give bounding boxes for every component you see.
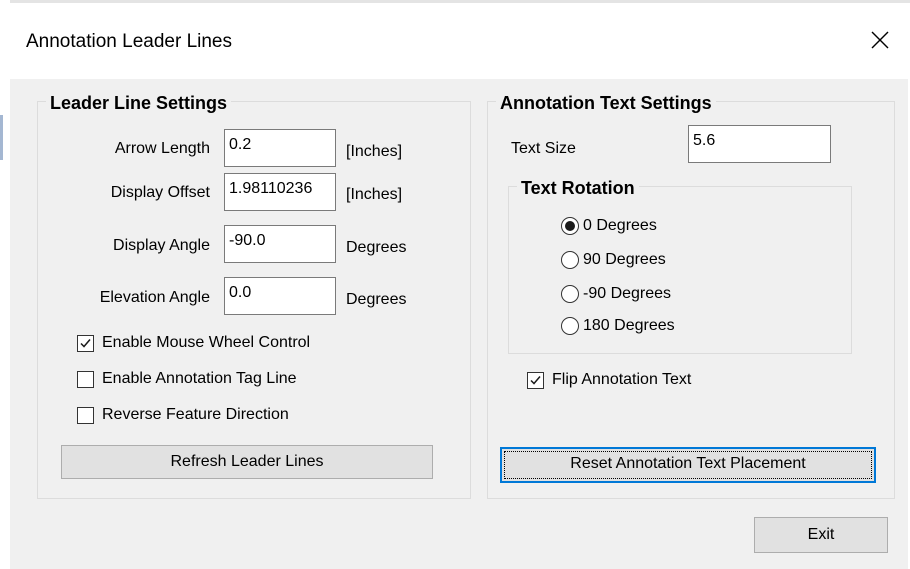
- title-bar: Annotation Leader Lines: [0, 3, 910, 79]
- flip-annotation-checkbox[interactable]: [527, 372, 544, 389]
- radio-selected-dot: [565, 221, 575, 231]
- rotation-180-label[interactable]: 180 Degrees: [583, 316, 675, 336]
- annotation-tag-line-checkbox[interactable]: [77, 371, 94, 388]
- display-offset-label: Display Offset: [110, 184, 210, 201]
- elevation-angle-label: Elevation Angle: [99, 289, 210, 306]
- display-angle-input[interactable]: -90.0: [224, 225, 336, 263]
- text-rotation-group: [508, 186, 852, 354]
- refresh-leader-lines-button[interactable]: Refresh Leader Lines: [61, 445, 433, 479]
- leader-line-settings-heading: Leader Line Settings: [46, 93, 232, 113]
- text-size-label: Text Size: [511, 140, 576, 157]
- arrow-length-label: Arrow Length: [114, 140, 210, 157]
- display-angle-unit: Degrees: [346, 239, 407, 256]
- flip-annotation-label[interactable]: Flip Annotation Text: [552, 370, 691, 390]
- close-button[interactable]: [855, 15, 905, 65]
- display-offset-input[interactable]: 1.98110236: [224, 173, 336, 211]
- exit-button[interactable]: Exit: [754, 517, 888, 553]
- reverse-feature-checkbox[interactable]: [77, 407, 94, 424]
- text-rotation-heading: Text Rotation: [517, 178, 639, 198]
- close-icon: [871, 31, 889, 49]
- arrow-length-input[interactable]: 0.2: [224, 129, 336, 167]
- exit-label: Exit: [807, 526, 835, 543]
- checkmark-icon: [80, 339, 91, 348]
- display-angle-label: Display Angle: [113, 237, 210, 254]
- elevation-angle-unit: Degrees: [346, 291, 407, 308]
- rotation-0-radio[interactable]: [561, 217, 579, 235]
- annotation-text-settings-heading: Annotation Text Settings: [496, 93, 716, 113]
- rotation-180-radio[interactable]: [561, 317, 579, 335]
- display-offset-unit: [Inches]: [346, 186, 403, 203]
- rotation-neg90-radio[interactable]: [561, 285, 579, 303]
- annotation-tag-line-label[interactable]: Enable Annotation Tag Line: [102, 369, 297, 389]
- reset-annotation-text-label: Reset Annotation Text Placement: [570, 455, 806, 472]
- rotation-90-radio[interactable]: [561, 251, 579, 269]
- text-size-input[interactable]: 5.6: [688, 125, 831, 163]
- reset-annotation-text-button[interactable]: Reset Annotation Text Placement: [500, 447, 876, 483]
- elevation-angle-input[interactable]: 0.0: [224, 277, 336, 315]
- arrow-length-unit: [Inches]: [346, 143, 403, 160]
- mouse-wheel-label[interactable]: Enable Mouse Wheel Control: [102, 333, 310, 353]
- checkmark-icon: [530, 376, 541, 385]
- refresh-leader-lines-label: Refresh Leader Lines: [170, 453, 324, 470]
- rotation-0-label[interactable]: 0 Degrees: [583, 216, 657, 236]
- left-edge: [0, 0, 10, 569]
- rotation-neg90-label[interactable]: -90 Degrees: [583, 284, 671, 304]
- window-title: Annotation Leader Lines: [26, 31, 232, 52]
- rotation-90-label[interactable]: 90 Degrees: [583, 250, 666, 270]
- mouse-wheel-checkbox[interactable]: [77, 335, 94, 352]
- reverse-feature-label[interactable]: Reverse Feature Direction: [102, 405, 289, 425]
- background-window-edge: [0, 115, 3, 160]
